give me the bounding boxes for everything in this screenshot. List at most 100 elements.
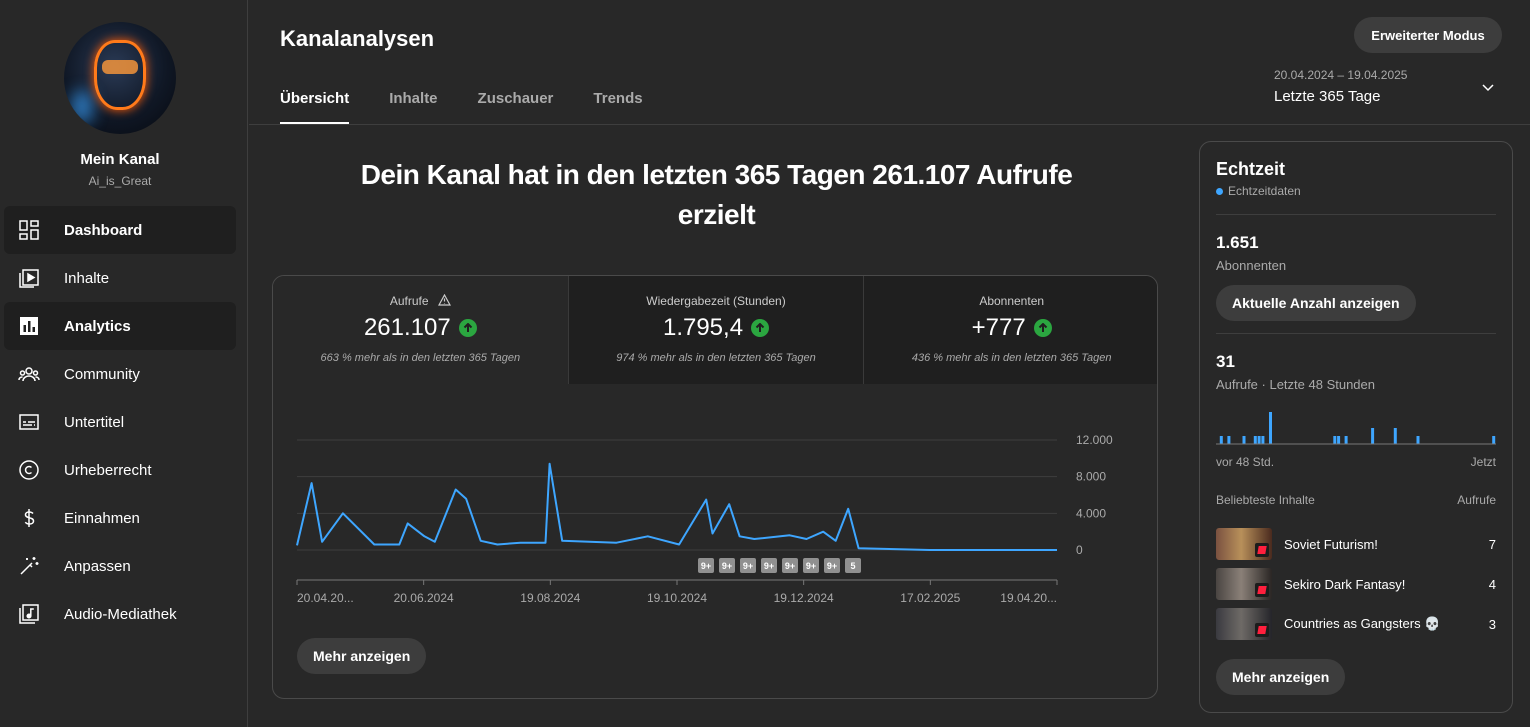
video-title: Sekiro Dark Fantasy! xyxy=(1284,576,1406,592)
subtitles-icon xyxy=(19,414,39,430)
channel-avatar[interactable] xyxy=(64,22,176,134)
x-tick-label: 19.04.20... xyxy=(1000,591,1057,605)
chevron-down-icon[interactable] xyxy=(1481,80,1495,94)
tab-overview[interactable]: Übersicht xyxy=(280,90,350,125)
video-thumbnail xyxy=(1216,568,1272,600)
sidebar-item-copyright[interactable]: Urheberrecht xyxy=(4,446,236,494)
channel-handle: Ai_is_Great xyxy=(88,174,152,188)
tab-audience[interactable]: Zuschauer xyxy=(478,90,554,125)
sidebar-item-label: Urheberrecht xyxy=(64,461,152,479)
sidebar-item-label: Anpassen xyxy=(64,557,131,575)
top-content-value-header: Aufrufe xyxy=(1457,493,1496,507)
sidebar-item-audio-library[interactable]: Audio-Mediathek xyxy=(4,590,236,638)
realtime-show-more-button[interactable]: Mehr anzeigen xyxy=(1216,659,1346,695)
magic-wand-icon xyxy=(20,557,39,575)
realtime-bar xyxy=(1416,436,1420,444)
realtime-subscribers-label: Abonnenten xyxy=(1216,258,1287,273)
x-tick-label: 20.06.2024 xyxy=(394,591,454,605)
header-divider xyxy=(249,124,1530,125)
realtime-bar xyxy=(1344,436,1348,444)
sidebar-item-label: Analytics xyxy=(64,317,131,335)
event-marker-label: 9+ xyxy=(806,561,816,571)
metric-views[interactable]: Aufrufe 261.107 663 % mehr als in den le… xyxy=(273,276,568,384)
event-marker-label: 9+ xyxy=(701,561,711,571)
y-tick-label: 4.000 xyxy=(1076,506,1106,520)
x-tick-label: 17.02.2025 xyxy=(900,591,960,605)
dollar-icon xyxy=(24,509,35,527)
warning-icon xyxy=(437,293,451,306)
video-views: 7 xyxy=(1488,536,1496,552)
sidebar-item-label: Community xyxy=(64,365,140,383)
overview-headline: Dein Kanal hat in den letzten 365 Tagen … xyxy=(360,159,1073,230)
arrow-up-icon xyxy=(458,319,477,337)
realtime-bar xyxy=(1253,436,1257,444)
event-marker-label: 9+ xyxy=(722,561,732,571)
top-content-header: Beliebteste Inhalte xyxy=(1216,493,1315,507)
video-title: Soviet Futurism! xyxy=(1284,536,1378,552)
top-content-item[interactable]: Sekiro Dark Fantasy! 4 xyxy=(1216,568,1496,600)
realtime-views-value: 31 xyxy=(1216,352,1235,371)
arrow-up-icon xyxy=(1033,319,1052,337)
event-marker-label: 9+ xyxy=(764,561,774,571)
metric-watch-time[interactable]: Wiedergabezeit (Stunden) 1.795,4 974 % m… xyxy=(567,276,864,384)
overview-card: Aufrufe 261.107 663 % mehr als in den le… xyxy=(272,275,1158,699)
sidebar-item-earnings[interactable]: Einnahmen xyxy=(4,494,236,542)
divider xyxy=(1216,214,1496,215)
realtime-subtitle: Echtzeitdaten xyxy=(1216,184,1301,198)
tab-trends[interactable]: Trends xyxy=(593,90,642,125)
realtime-title: Echtzeit xyxy=(1216,159,1286,179)
top-content-item[interactable]: Countries as Gangsters 💀 3 xyxy=(1216,608,1496,640)
x-tick-label: 20.04.20... xyxy=(297,591,354,605)
metric-label: Aufrufe xyxy=(273,293,568,308)
sidebar-item-community[interactable]: Community xyxy=(4,350,236,398)
page-title: Kanalanalysen xyxy=(280,26,435,51)
realtime-views-label: Aufrufe · Letzte 48 Stunden xyxy=(1216,377,1375,392)
video-views: 4 xyxy=(1488,576,1496,592)
metric-comparison: 663 % mehr als in den letzten 365 Tagen xyxy=(320,352,521,364)
live-dot-icon xyxy=(1216,187,1223,195)
y-tick-label: 0 xyxy=(1076,543,1083,557)
realtime-bar xyxy=(1492,436,1496,444)
show-current-count-button[interactable]: Aktuelle Anzahl anzeigen xyxy=(1216,285,1416,321)
dashboard-icon xyxy=(19,220,39,240)
shorts-icon xyxy=(1255,623,1269,637)
top-content-item[interactable]: Soviet Futurism! 7 xyxy=(1216,528,1496,560)
sidebar-item-content[interactable]: Inhalte xyxy=(4,254,236,302)
sidebar-item-customize[interactable]: Anpassen xyxy=(4,542,236,590)
main-content: Kanalanalysen Erweiterter Modus Übersich… xyxy=(249,0,1530,727)
x-tick-label: 19.08.2024 xyxy=(520,591,580,605)
sidebar-item-subtitles[interactable]: Untertitel xyxy=(4,398,236,446)
advanced-mode-button[interactable]: Erweiterter Modus xyxy=(1354,17,1502,53)
metric-label: Wiedergabezeit (Stunden) xyxy=(646,294,786,308)
views-line-chart[interactable]: 12.000 8.000 4.000 0 9+ 9+ 9+ 9+ 9+ 9+ 9+ 5 20.04.20… xyxy=(273,384,1158,629)
realtime-bar xyxy=(1393,428,1397,444)
x-tick-label: 19.10.2024 xyxy=(647,591,707,605)
show-more-button[interactable]: Mehr anzeigen xyxy=(297,638,427,674)
tab-content[interactable]: Inhalte xyxy=(389,90,437,125)
sidebar-item-dashboard[interactable]: Dashboard xyxy=(4,206,236,254)
realtime-bar xyxy=(1257,436,1261,444)
date-range-picker[interactable]: 20.04.2024 – 19.04.2025 Letzte 365 Tage xyxy=(1274,68,1504,105)
y-tick-label: 8.000 xyxy=(1076,470,1106,484)
sidebar-item-analytics[interactable]: Analytics xyxy=(4,302,236,350)
event-marker-label: 9+ xyxy=(827,561,837,571)
video-thumbnail xyxy=(1216,528,1272,560)
metric-subscribers[interactable]: Abonnenten +777 436 % mehr als in den le… xyxy=(863,276,1157,384)
realtime-bar xyxy=(1371,428,1375,444)
realtime-bar xyxy=(1219,436,1223,444)
copyright-icon xyxy=(19,460,39,480)
realtime-bar xyxy=(1269,412,1272,444)
shorts-icon xyxy=(1255,543,1269,557)
analytics-icon xyxy=(20,317,38,335)
divider xyxy=(1216,333,1496,334)
tab-bar: Übersicht Inhalte Zuschauer Trends xyxy=(280,90,683,125)
metric-comparison: 974 % mehr als in den letzten 365 Tagen xyxy=(616,352,816,364)
realtime-axis-start: vor 48 Std. xyxy=(1216,455,1275,469)
realtime-subscribers-value: 1.651 xyxy=(1216,233,1259,252)
realtime-bar-chart[interactable] xyxy=(1216,404,1498,446)
channel-name: Mein Kanal xyxy=(80,151,160,168)
sidebar-item-label: Untertitel xyxy=(64,413,125,431)
realtime-bar xyxy=(1242,436,1246,444)
sidebar-item-label: Einnahmen xyxy=(64,509,140,527)
sidebar-item-label: Inhalte xyxy=(64,269,110,287)
